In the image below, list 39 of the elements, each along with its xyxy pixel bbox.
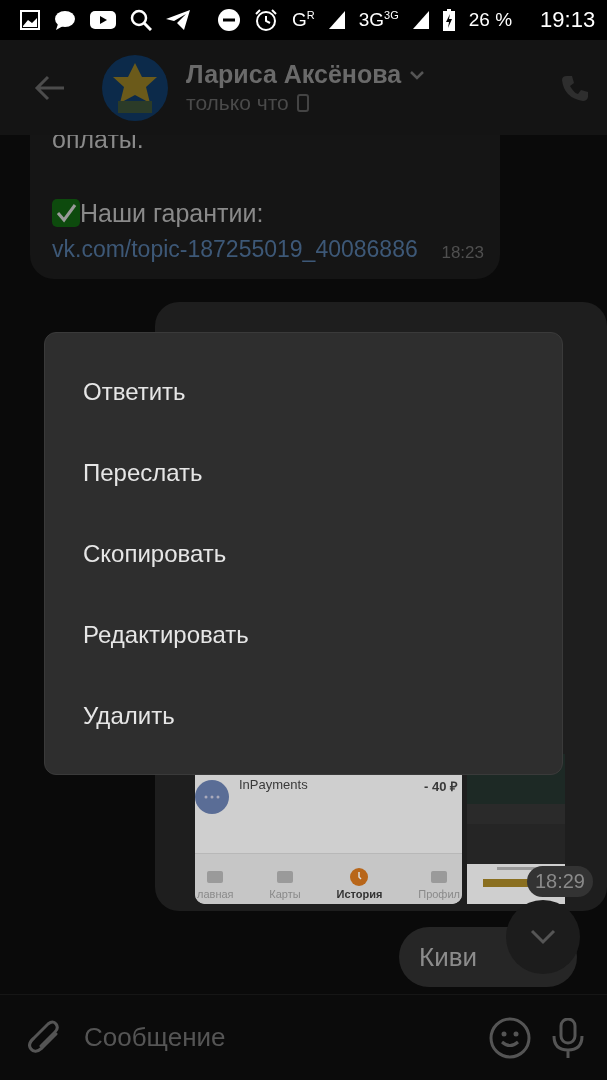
alarm-clock-icon bbox=[254, 8, 278, 32]
dots-avatar-icon bbox=[195, 780, 229, 815]
do-not-disturb-icon bbox=[218, 9, 240, 31]
clock-time: 19:13 bbox=[540, 7, 596, 33]
paper-plane-icon bbox=[166, 10, 190, 30]
battery-charging-icon bbox=[442, 9, 455, 31]
menu-item[interactable]: Ответить bbox=[45, 351, 562, 432]
chat-bubble-icon bbox=[54, 10, 76, 30]
network-type: G$^{R}$ bbox=[292, 8, 315, 32]
microphone-icon[interactable] bbox=[551, 1017, 585, 1058]
chevron-down-icon bbox=[530, 929, 556, 945]
battery-percent: 26 % bbox=[468, 9, 513, 31]
tab-icon bbox=[350, 868, 369, 887]
phone-icon bbox=[561, 73, 589, 102]
avatar bbox=[102, 54, 168, 121]
signal-icon bbox=[328, 11, 345, 29]
network-type: 3G$^{3G}$ bbox=[358, 8, 399, 32]
search-icon bbox=[130, 9, 152, 31]
payment-title: InPayments bbox=[239, 777, 309, 793]
payment-amount: - 40 ₽ bbox=[424, 778, 458, 796]
menu-item[interactable]: Редактировать bbox=[45, 594, 562, 675]
tab-bar-item[interactable]: История bbox=[336, 868, 383, 901]
message-field[interactable]: Сообщение bbox=[84, 1016, 469, 1059]
menu-item[interactable]: Удалить bbox=[45, 675, 562, 756]
contact-name: Лариса Аксёнова bbox=[186, 60, 402, 89]
signal-icon bbox=[412, 11, 429, 29]
message-time: 18:23 bbox=[441, 243, 484, 265]
image-time: 18:29 bbox=[526, 866, 593, 898]
chevron-down-icon bbox=[409, 69, 426, 80]
menu-item[interactable]: Переслать bbox=[45, 432, 562, 513]
message-text: оплаты. bbox=[52, 135, 145, 155]
video-play-icon bbox=[90, 10, 116, 30]
guarantee-label: Наши гарантии: bbox=[80, 199, 264, 228]
back-arrow-icon bbox=[34, 74, 66, 101]
menu-item[interactable]: Скопировать bbox=[45, 513, 562, 594]
phone-device-icon bbox=[296, 94, 309, 112]
emoji-icon[interactable] bbox=[489, 1016, 531, 1059]
gallery-icon bbox=[20, 10, 40, 30]
check-mark-icon bbox=[52, 199, 80, 228]
